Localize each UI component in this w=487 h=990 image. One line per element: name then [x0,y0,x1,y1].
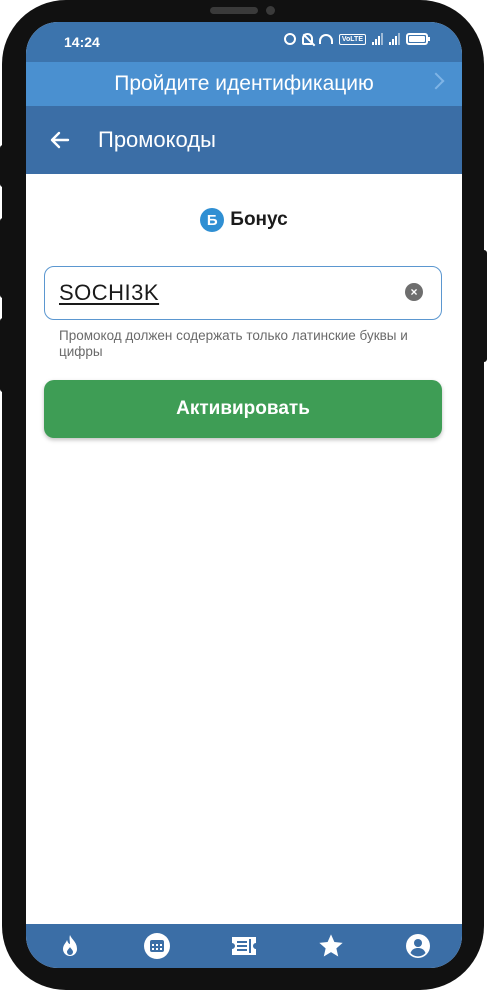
page-title: Промокоды [98,127,216,152]
signal-icon-2 [389,33,400,45]
promo-hint: Промокод должен содержать только латинск… [59,328,408,359]
nav-item-favorites[interactable] [309,924,353,968]
flame-icon [62,935,77,956]
calendar-icon [143,933,170,959]
bonus-brand: Б Бонус [26,208,462,232]
bottom-nav [26,924,462,968]
nav-item-calendar[interactable] [135,924,179,968]
screen: 14:24 VoLTE Пройдите идентификацию Промо… [26,22,462,968]
volume-down-button [0,318,6,392]
promo-code-value[interactable]: SOCHI3K [59,280,159,306]
battery-icon [406,33,430,45]
nav-item-profile[interactable] [396,924,440,968]
back-arrow-icon[interactable] [48,128,72,152]
alarm-icon [283,33,296,45]
clear-icon[interactable]: × [405,283,423,301]
volte-icon: VoLTE [338,33,366,45]
wifi-icon [318,34,333,44]
promo-code-input[interactable]: SOCHI3K × [44,266,442,320]
brand-name: Бонус [230,209,288,230]
banner-text: Пройдите идентификацию [114,72,374,95]
bonus-logo-icon: Б [200,208,225,232]
nav-item-hot[interactable] [48,924,92,968]
status-bar: 14:24 VoLTE [26,22,462,62]
verification-banner[interactable]: Пройдите идентификацию [26,62,462,106]
volume-up-button [0,218,6,298]
front-camera [266,6,275,15]
profile-icon [406,934,431,958]
star-icon [319,934,343,957]
status-time: 14:24 [64,34,100,50]
power-button [481,250,487,362]
app-bar: Промокоды [26,106,462,174]
speaker-grille [210,7,258,14]
status-icons: VoLTE [283,33,430,45]
nav-item-coupons[interactable] [222,924,266,968]
side-button [0,145,6,187]
activate-button[interactable]: Активировать [44,380,442,438]
mute-icon [301,33,313,45]
ticket-icon [231,937,256,955]
signal-icon [372,33,383,45]
